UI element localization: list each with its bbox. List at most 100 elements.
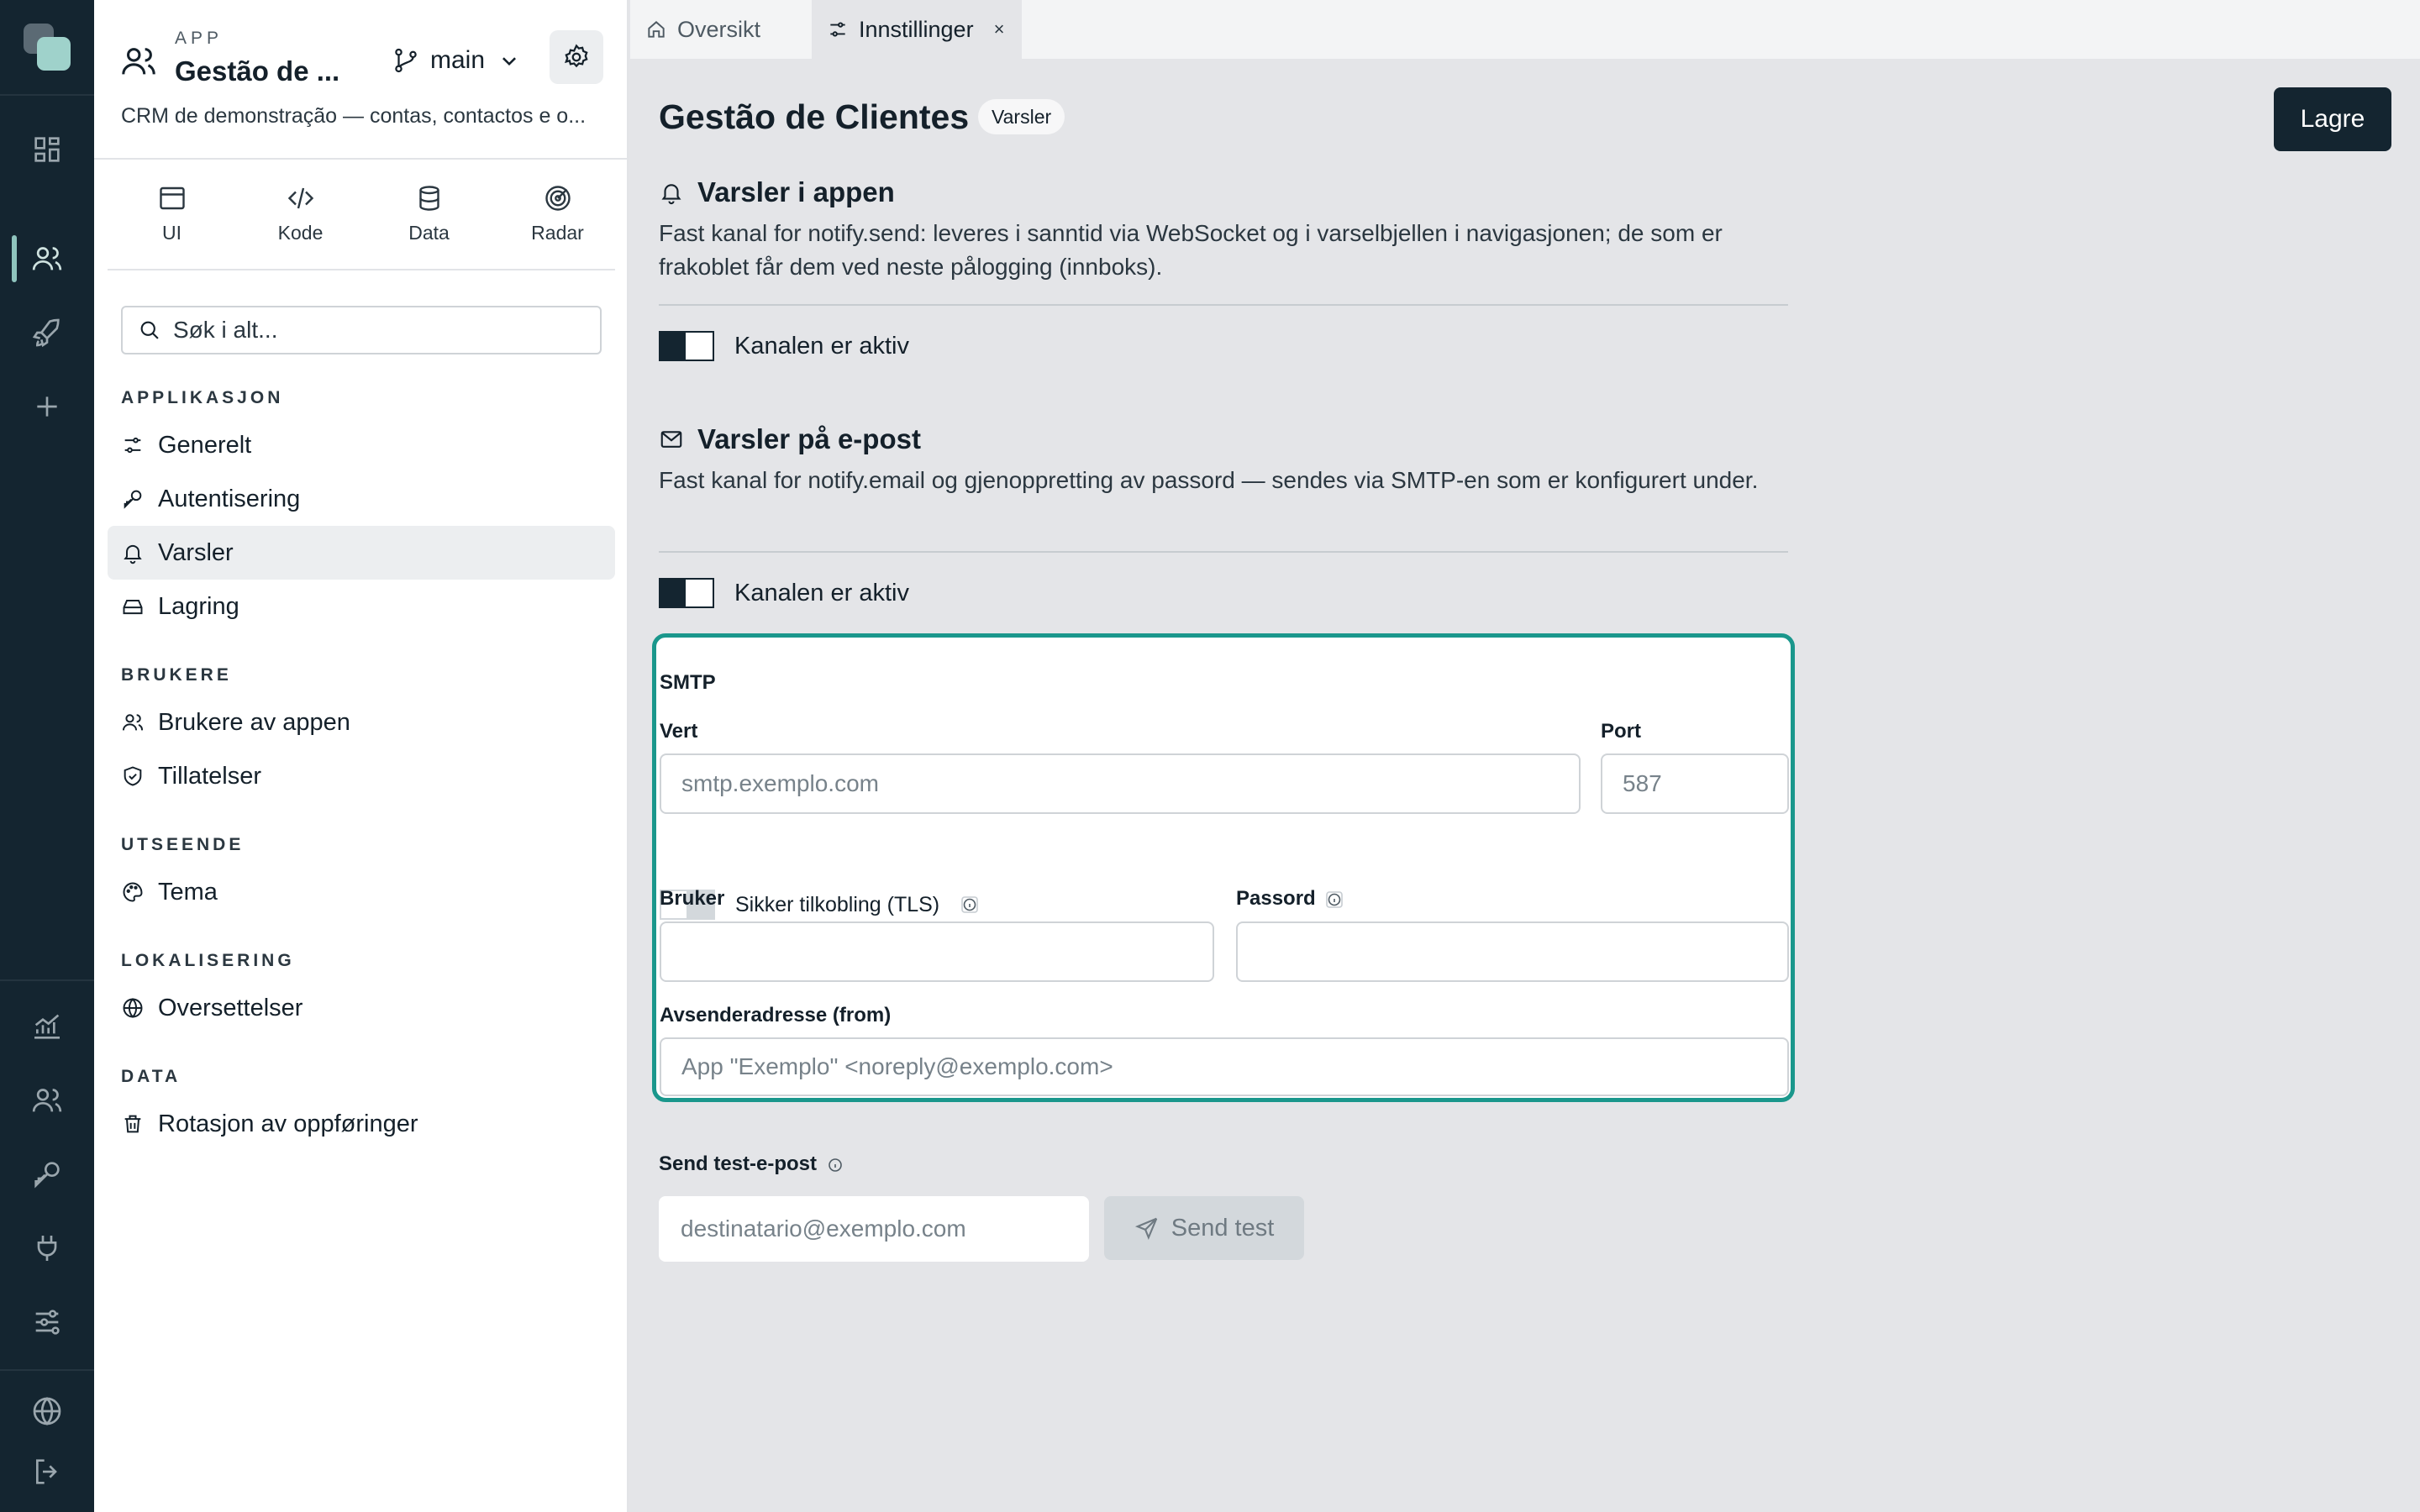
sidebar-item-tillatelser[interactable]: Tillatelser	[108, 749, 615, 803]
password-label: Passord	[1236, 887, 1344, 911]
logout-icon[interactable]	[30, 1455, 64, 1488]
send-test-button[interactable]: Send test	[1104, 1196, 1304, 1260]
in-app-toggle[interactable]	[659, 331, 714, 361]
users-icon[interactable]	[30, 242, 64, 276]
in-app-description: Fast kanal for notify.send: leveres i sa…	[659, 220, 1723, 280]
mode-ui[interactable]: UI	[108, 178, 236, 272]
app-settings-button[interactable]	[550, 30, 603, 84]
tab-oversikt[interactable]: Oversikt	[630, 0, 776, 59]
analytics-icon[interactable]	[30, 1010, 64, 1043]
globe-icon	[121, 996, 145, 1020]
close-icon[interactable]: ×	[994, 18, 1005, 40]
sidebar-item-tema[interactable]: Tema	[108, 865, 615, 919]
icon-rail	[0, 0, 94, 1512]
section-heading-lokalisering: LOKALISERING	[121, 951, 295, 970]
app-users-icon	[119, 42, 158, 81]
send-icon	[1134, 1215, 1160, 1241]
rail-divider	[0, 94, 94, 96]
palette-icon	[121, 880, 145, 904]
test-email-input[interactable]	[659, 1196, 1089, 1262]
sidebar-item-varsler[interactable]: Varsler	[108, 526, 615, 580]
bell-icon	[121, 541, 145, 564]
mode-switcher: UI Kode Data Radar	[108, 178, 622, 272]
branch-selector[interactable]: main	[392, 42, 523, 79]
sidebar-divider	[94, 158, 629, 160]
toggle-label: Kanalen er aktiv	[734, 579, 909, 606]
mail-icon	[659, 427, 684, 452]
sidebar-item-label: Autentisering	[158, 485, 301, 512]
smtp-password-input[interactable]	[1236, 921, 1789, 982]
plug-icon[interactable]	[30, 1231, 64, 1265]
window-icon	[157, 183, 187, 213]
in-app-toggle-row: Kanalen er aktiv	[659, 331, 909, 361]
mode-label: Radar	[531, 222, 584, 244]
sidebar-item-label: Oversettelser	[158, 994, 303, 1021]
rocket-icon[interactable]	[30, 316, 64, 349]
sidebar-item-lagring[interactable]: Lagring	[108, 580, 615, 633]
mode-label: UI	[162, 222, 182, 244]
sidebar-item-rotasjon[interactable]: Rotasjon av oppføringer	[108, 1097, 615, 1151]
trash-icon	[121, 1112, 145, 1136]
email-description: Fast kanal for notify.email og gjenoppre…	[659, 467, 1759, 493]
sidebar-item-generelt[interactable]: Generelt	[108, 418, 615, 472]
section-heading-utseende: UTSEENDE	[121, 835, 245, 854]
radar-icon	[543, 183, 573, 213]
smtp-title: SMTP	[660, 671, 716, 694]
app-name: Gestão de ...	[175, 55, 340, 87]
git-branch-icon	[392, 46, 420, 75]
sidebar-item-label: Brukere av appen	[158, 708, 350, 736]
tab-label: Oversikt	[677, 16, 761, 42]
sliders-icon[interactable]	[30, 1305, 64, 1339]
mode-kode[interactable]: Kode	[236, 178, 365, 272]
shield-check-icon	[121, 764, 145, 788]
rail-divider	[0, 1369, 94, 1371]
info-icon[interactable]	[825, 1155, 845, 1175]
save-button[interactable]: Lagre	[2274, 87, 2391, 151]
smtp-user-input[interactable]	[660, 921, 1214, 982]
key-icon	[121, 487, 145, 511]
dashboard-icon[interactable]	[30, 133, 64, 166]
tab-innstillinger[interactable]: Innstillinger ×	[812, 0, 1022, 59]
mode-radar[interactable]: Radar	[493, 178, 622, 272]
users-icon	[121, 711, 145, 734]
sidebar-item-brukere-av-appen[interactable]: Brukere av appen	[108, 696, 615, 749]
tab-label: Innstillinger	[859, 16, 974, 42]
key-icon[interactable]	[30, 1158, 64, 1191]
from-label: Avsenderadresse (from)	[660, 1004, 892, 1026]
team-icon[interactable]	[30, 1084, 64, 1117]
send-test-label: Send test	[1171, 1214, 1275, 1242]
plus-icon[interactable]	[30, 390, 64, 423]
mode-label: Data	[408, 222, 450, 244]
smtp-port-input[interactable]	[1601, 753, 1789, 814]
storage-icon	[121, 595, 145, 618]
smtp-host-input[interactable]	[660, 753, 1581, 814]
rail-active-indicator	[12, 235, 17, 282]
sidebar-item-label: Varsler	[158, 538, 234, 566]
sliders-icon	[121, 433, 145, 457]
email-toggle[interactable]	[659, 578, 714, 608]
app-kicker: APP	[175, 29, 224, 48]
sidebar-item-label: Generelt	[158, 431, 252, 459]
logo[interactable]	[24, 24, 71, 71]
globe-icon[interactable]	[30, 1394, 64, 1428]
home-icon	[645, 18, 667, 40]
tls-label: Sikker tilkobling (TLS)	[735, 892, 940, 916]
smtp-settings-panel: SMTP Vert Port Sikker tilkobling (TLS) B…	[652, 633, 1795, 1102]
info-icon[interactable]	[960, 895, 980, 915]
mode-data[interactable]: Data	[365, 178, 493, 272]
search-input[interactable]	[173, 317, 576, 344]
test-email-label-text: Send test-e-post	[659, 1152, 818, 1175]
port-label: Port	[1601, 720, 1641, 743]
sidebar-item-autentisering[interactable]: Autentisering	[108, 472, 615, 526]
toggle-label: Kanalen er aktiv	[734, 332, 909, 360]
smtp-from-input[interactable]	[660, 1037, 1789, 1096]
sidebar-item-oversettelser[interactable]: Oversettelser	[108, 981, 615, 1035]
rail-divider	[0, 979, 94, 981]
sidebar-search[interactable]	[121, 306, 602, 354]
info-icon[interactable]	[1324, 890, 1344, 910]
email-toggle-row: Kanalen er aktiv	[659, 578, 909, 608]
section-divider	[659, 304, 1788, 306]
email-heading: Varsler på e-post	[659, 423, 921, 455]
database-icon	[414, 183, 445, 213]
in-app-heading: Varsler i appen	[659, 176, 895, 208]
